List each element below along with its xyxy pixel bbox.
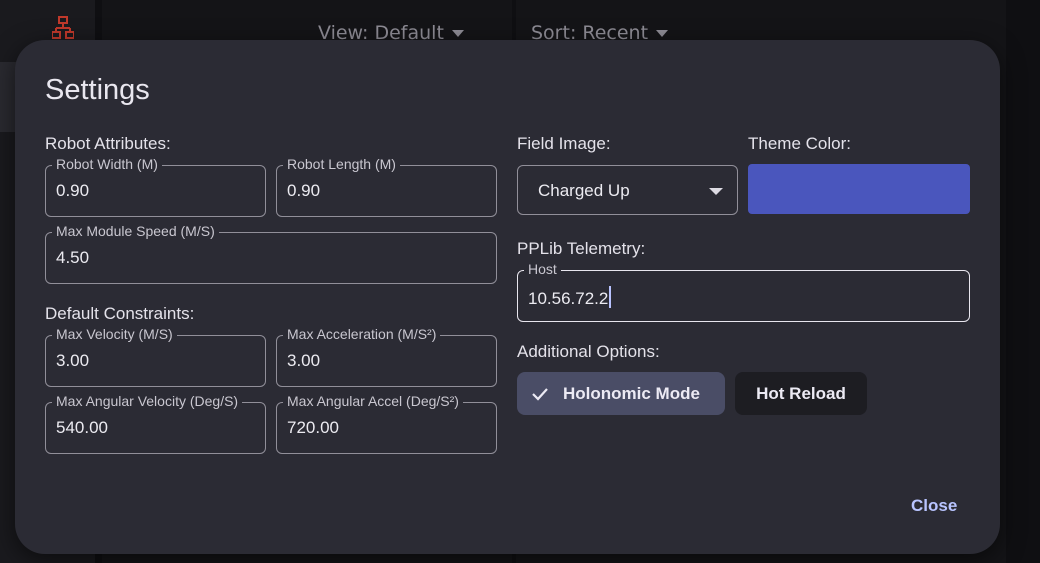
field-image-label: Field Image: (517, 134, 611, 153)
robot-length-value: 0.90 (287, 181, 321, 200)
max-module-speed-field[interactable]: Max Module Speed (M/S) 4.50 (45, 223, 497, 284)
telemetry-host-value: 10.56.72.2 (528, 289, 609, 308)
settings-dialog: Settings Robot Attributes: Robot Width (… (15, 40, 1000, 554)
max-velocity-field[interactable]: Max Velocity (M/S) 3.00 (45, 326, 266, 387)
field-image-select[interactable]: Charged Up (517, 165, 738, 215)
robot-attributes-label: Robot Attributes: (45, 134, 171, 153)
field-image-selected: Charged Up (538, 181, 630, 200)
max-module-speed-label: Max Module Speed (M/S) (52, 223, 219, 239)
chevron-down-icon (451, 30, 464, 37)
max-angular-velocity-label: Max Angular Velocity (Deg/S) (52, 393, 243, 409)
telemetry-host-label: Host (524, 261, 561, 277)
check-icon (532, 387, 548, 401)
theme-color-swatch[interactable] (748, 164, 970, 214)
max-angular-accel-label: Max Angular Accel (Deg/S²) (283, 393, 463, 409)
text-cursor (609, 286, 612, 308)
chevron-down-icon (709, 188, 723, 195)
chevron-down-icon (656, 30, 669, 37)
telemetry-host-field[interactable]: Host 10.56.72.2 (517, 261, 970, 322)
hot-reload-label: Hot Reload (756, 383, 846, 403)
close-button[interactable]: Close (911, 496, 957, 516)
hot-reload-chip[interactable]: Hot Reload (735, 372, 867, 415)
holonomic-mode-chip[interactable]: Holonomic Mode (517, 372, 725, 415)
default-constraints-label: Default Constraints: (45, 304, 195, 323)
max-module-speed-value: 4.50 (56, 248, 90, 267)
holonomic-mode-label: Holonomic Mode (563, 383, 700, 403)
max-acceleration-label: Max Acceleration (M/S²) (283, 326, 441, 342)
max-acceleration-field[interactable]: Max Acceleration (M/S²) 3.00 (276, 326, 497, 387)
dialog-title: Settings (45, 74, 150, 106)
sitemap-icon[interactable] (52, 16, 74, 40)
robot-length-label: Robot Length (M) (283, 156, 400, 172)
max-acceleration-value: 3.00 (287, 351, 321, 370)
max-angular-accel-field[interactable]: Max Angular Accel (Deg/S²) 720.00 (276, 393, 497, 454)
max-angular-accel-value: 720.00 (287, 418, 339, 437)
robot-width-value: 0.90 (56, 181, 90, 200)
robot-length-field[interactable]: Robot Length (M) 0.90 (276, 156, 497, 217)
robot-width-label: Robot Width (M) (52, 156, 162, 172)
pplib-telemetry-label: PPLib Telemetry: (517, 239, 646, 258)
max-velocity-value: 3.00 (56, 351, 90, 370)
max-angular-velocity-value: 540.00 (56, 418, 108, 437)
max-angular-velocity-field[interactable]: Max Angular Velocity (Deg/S) 540.00 (45, 393, 266, 454)
additional-options-label: Additional Options: (517, 342, 660, 361)
theme-color-label: Theme Color: (748, 134, 851, 153)
robot-width-field[interactable]: Robot Width (M) 0.90 (45, 156, 266, 217)
max-velocity-label: Max Velocity (M/S) (52, 326, 177, 342)
